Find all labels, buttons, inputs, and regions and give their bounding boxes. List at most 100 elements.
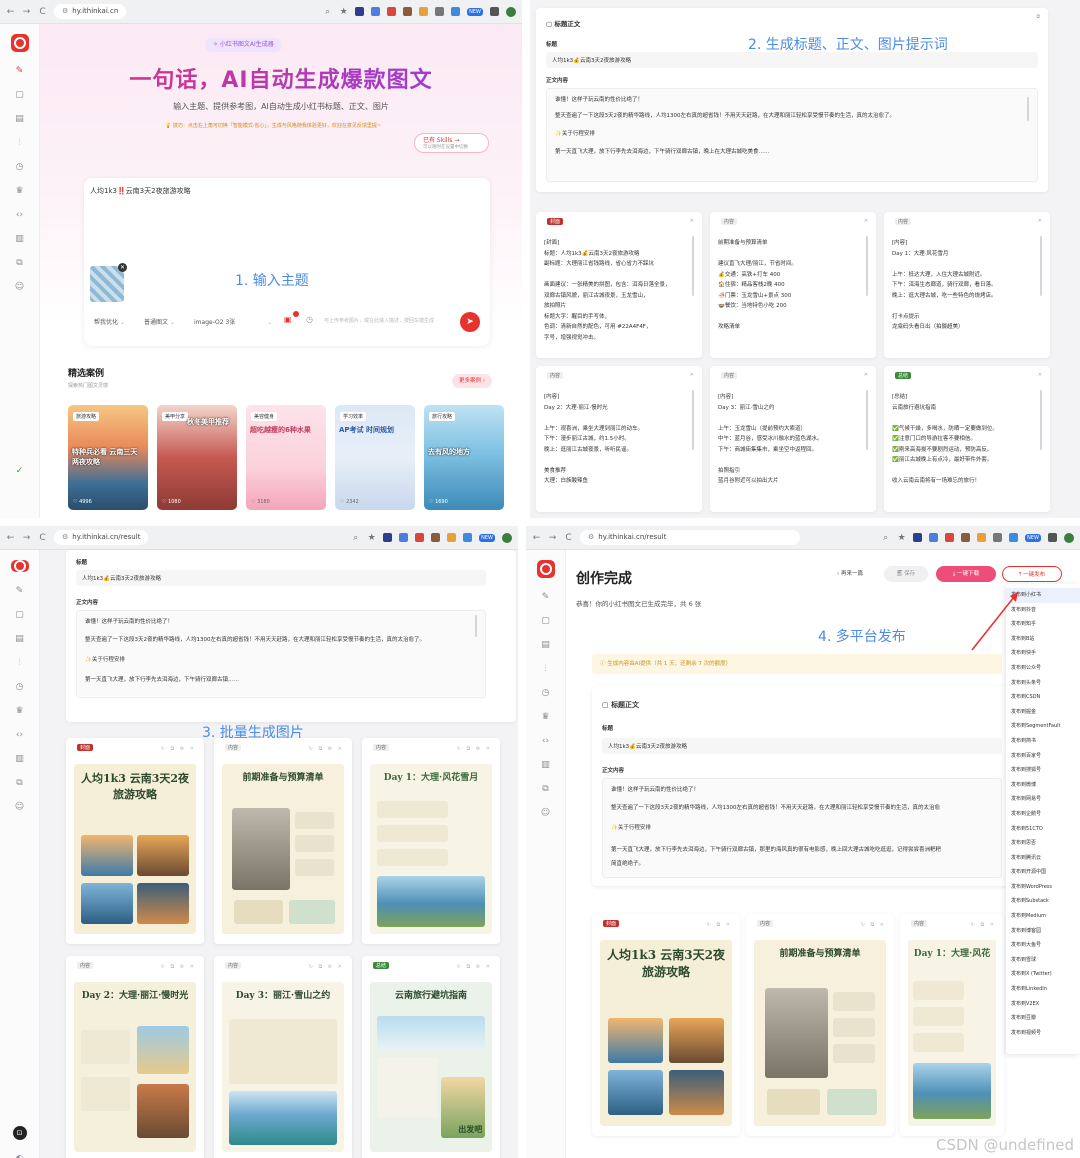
image-card[interactable]: 内容 ↻ ⧉ ✕ Day 1：大理·风花 xyxy=(900,914,1004,1136)
history-doc-icon[interactable]: ▢ xyxy=(15,90,25,100)
publish-menu-item[interactable]: 发布到Medium xyxy=(1006,909,1080,924)
clock-icon[interactable]: ◷ xyxy=(15,162,25,172)
extension-new-icon[interactable]: NEW xyxy=(1025,533,1041,542)
poster-image[interactable]: 前期准备与预算清单 xyxy=(222,764,344,934)
scrollbar[interactable] xyxy=(1040,236,1042,296)
publish-menu-item[interactable]: 发布到WordPress xyxy=(1006,880,1080,895)
publish-menu-item[interactable]: 发布到CSDN xyxy=(1006,690,1080,705)
poster-image[interactable]: Day 3：丽江·雪山之约 xyxy=(222,982,344,1152)
case-card[interactable]: 美甲分享 秋冬美甲推荐 ♡ 1080 xyxy=(157,405,237,510)
code-icon[interactable]: ‹› xyxy=(541,736,551,746)
scrollbar[interactable] xyxy=(692,236,694,296)
chat-icon[interactable]: ▤ xyxy=(15,114,25,124)
extension-icon[interactable] xyxy=(463,533,473,542)
user-icon[interactable]: ☺ xyxy=(541,808,551,818)
body-textarea[interactable]: 谁懂！这样子玩云南的性价比绝了！ 整天查遍了一下这段3天2夜的精华路线，人均13… xyxy=(546,88,1038,182)
publish-menu-item[interactable]: 发布到大鱼号 xyxy=(1006,938,1080,953)
extension-icon[interactable] xyxy=(929,533,939,542)
zoom-icon[interactable]: ⌕ xyxy=(323,7,332,17)
body-textarea[interactable]: 谁懂！这样子玩云南的性价比绝了！ 整天查遍了一下这段3天2夜的精华路线，人均13… xyxy=(602,778,1002,878)
extension-icon[interactable] xyxy=(383,533,393,542)
stats-icon[interactable]: ⫶ xyxy=(541,664,551,674)
image-toolbar-icon[interactable]: ↻ ⧉ ⚙ ✕ xyxy=(309,746,344,752)
user-icon[interactable]: ☺ xyxy=(15,282,25,292)
profile-avatar[interactable] xyxy=(1064,532,1074,543)
history-doc-icon[interactable]: ▢ xyxy=(15,610,25,620)
publish-menu-item[interactable]: 发布到豆瓣 xyxy=(1006,1011,1080,1026)
publish-menu-item[interactable]: 发布到搜狐号 xyxy=(1006,763,1080,778)
stats-icon[interactable]: ⫶ xyxy=(15,138,25,148)
save-button[interactable]: 🗐 保存 xyxy=(884,566,928,582)
image-card[interactable]: 内容 ↻ ⧉ ⚙ ✕ Day 1：大理·风花雪月 xyxy=(362,738,500,944)
close-icon[interactable]: ✕ xyxy=(1038,218,1042,224)
extension-icon[interactable] xyxy=(993,533,1003,542)
extension-icon[interactable] xyxy=(419,7,429,16)
app-logo-icon[interactable] xyxy=(536,560,555,578)
zoom-icon[interactable]: ⌕ xyxy=(881,533,890,543)
image-card[interactable]: 封面 ↻ ⧉ ✕ 人均1k3 云南3天2夜 旅游攻略 xyxy=(592,914,740,1136)
prompt-card[interactable]: 封面 ✕ [封面] 标题：人均1k3💰云南3天2夜旅游攻略 副标题：大理丽江省钱路线，省… xyxy=(536,212,702,358)
close-icon[interactable]: ✕ xyxy=(864,218,868,224)
create-pen-icon[interactable]: ✎ xyxy=(15,586,25,596)
forward-button[interactable]: → xyxy=(548,533,557,543)
profile-avatar[interactable] xyxy=(506,6,516,17)
history-clock-icon[interactable]: ◷ xyxy=(306,315,313,324)
poster-image[interactable]: 人均1k3 云南3天2夜 旅游攻略 xyxy=(74,764,196,934)
publish-menu-item[interactable]: 发布到百家号 xyxy=(1006,749,1080,764)
bookmark-star-icon[interactable]: ★ xyxy=(339,7,348,17)
poster-image[interactable]: Day 2：大理·丽江·慢时光 xyxy=(74,982,196,1152)
collapse-icon[interactable]: ⧉ xyxy=(1036,14,1040,20)
type-select[interactable]: 普通图文 ⌄ xyxy=(144,317,175,326)
create-pen-icon[interactable]: ✎ xyxy=(15,66,25,76)
reload-button[interactable]: C xyxy=(38,7,47,17)
user-icon[interactable]: ☺ xyxy=(15,802,25,812)
body-textarea[interactable]: 谁懂！这样子玩云南的性价比绝了！ 整天查遍了一下这段3天2夜的精华路线，人均13… xyxy=(76,610,486,698)
puzzle-icon[interactable] xyxy=(1048,533,1057,542)
topic-input[interactable]: 人均1k3‼️云南3天2夜旅游攻略 xyxy=(90,186,191,196)
back-button[interactable]: ← xyxy=(6,533,15,543)
prompt-card[interactable]: 总结 ✕ [总结] 云南旅行避坑指南 ✅气候干燥，多喝水，防晒一定要做到位。 ✅注意门口的… xyxy=(884,366,1050,512)
extension-icon[interactable] xyxy=(913,533,923,542)
image-toolbar-icon[interactable]: ↻ ⧉ ⚙ ✕ xyxy=(457,964,492,970)
extension-icon[interactable] xyxy=(403,7,413,16)
publish-menu-item[interactable]: 发布到掘金 xyxy=(1006,705,1080,720)
reference-image-thumb[interactable]: ✕ xyxy=(90,263,127,302)
image-card[interactable]: 内容 ↻ ⧉ ⚙ ✕ 前期准备与预算清单 xyxy=(214,738,352,944)
file-icon[interactable]: ▥ xyxy=(15,754,25,764)
publish-menu-item[interactable]: 发布到网易号 xyxy=(1006,792,1080,807)
publish-menu-item[interactable]: 发布到腾讯云 xyxy=(1006,851,1080,866)
poster-image[interactable]: Day 1：大理·风花 xyxy=(908,940,996,1126)
title-field[interactable]: 人均1k3💰云南3天2夜旅游攻略 xyxy=(546,52,1038,68)
scrollbar[interactable] xyxy=(1040,390,1042,450)
title-field[interactable]: 人均1k3💰云南3天2夜旅游攻略 xyxy=(76,570,486,586)
scrollbar[interactable] xyxy=(866,236,868,296)
create-pen-icon[interactable]: ✎ xyxy=(541,592,551,602)
model-select[interactable]: image-O2 3张 ⌄ xyxy=(194,317,272,326)
prompt-card[interactable]: 内容 ✕ 前期准备与预算清单 建议直飞大理/丽江，节省时间。 💰交通：高铁+打车 400… xyxy=(710,212,876,358)
close-icon[interactable]: ✕ xyxy=(1038,372,1042,378)
extension-icon[interactable] xyxy=(977,533,987,542)
image-card[interactable]: 内容 ↻ ⧉ ⚙ ✕ Day 3：丽江·雪山之约 xyxy=(214,956,352,1158)
image-card[interactable]: 内容 ↻ ⧉ ⚙ ✕ Day 2：大理·丽江·慢时光 xyxy=(66,956,204,1158)
title-field[interactable]: 人均1k3💰云南3天2夜旅游攻略 xyxy=(602,738,1002,754)
bookmark-star-icon[interactable]: ★ xyxy=(367,533,376,543)
reload-button[interactable]: C xyxy=(564,533,573,543)
crown-icon[interactable]: ♛ xyxy=(15,706,25,716)
link-icon[interactable]: ⧉ xyxy=(541,784,551,794)
image-toolbar-icon[interactable]: ↻ ⧉ ⚙ ✕ xyxy=(161,746,196,752)
file-icon[interactable]: ▥ xyxy=(541,760,551,770)
extension-icon[interactable] xyxy=(961,533,971,542)
extension-icon[interactable] xyxy=(355,7,365,16)
prompt-card[interactable]: 内容 ✕ [内容] Day 2：大理·丽江·慢时光 上午：观喜洲，乘坐大理到丽江的动车。… xyxy=(536,366,702,512)
publish-menu-item[interactable]: 发布到企鹅号 xyxy=(1006,807,1080,822)
topic-input-box[interactable]: 人均1k3‼️云南3天2夜旅游攻略 ✕ 帮我优化 ⌄ 普通图文 ⌄ image-… xyxy=(84,178,490,346)
image-toolbar-icon[interactable]: ↻ ⧉ ⚙ ✕ xyxy=(457,746,492,752)
publish-menu-item[interactable]: 发布到V2EX xyxy=(1006,997,1080,1012)
image-toolbar-icon[interactable]: ↻ ⧉ ✕ xyxy=(861,922,886,928)
case-card[interactable]: 旅游攻略 特种兵必看 云南三天两夜攻略 ♡ 4996 xyxy=(68,405,148,510)
extension-icon[interactable] xyxy=(945,533,955,542)
extension-icon[interactable] xyxy=(451,7,461,16)
publish-all-button[interactable]: ⤒ 一键发布 xyxy=(1002,566,1062,582)
publish-menu-item[interactable]: 发布到雪球 xyxy=(1006,953,1080,968)
clock-icon[interactable]: ◷ xyxy=(15,682,25,692)
